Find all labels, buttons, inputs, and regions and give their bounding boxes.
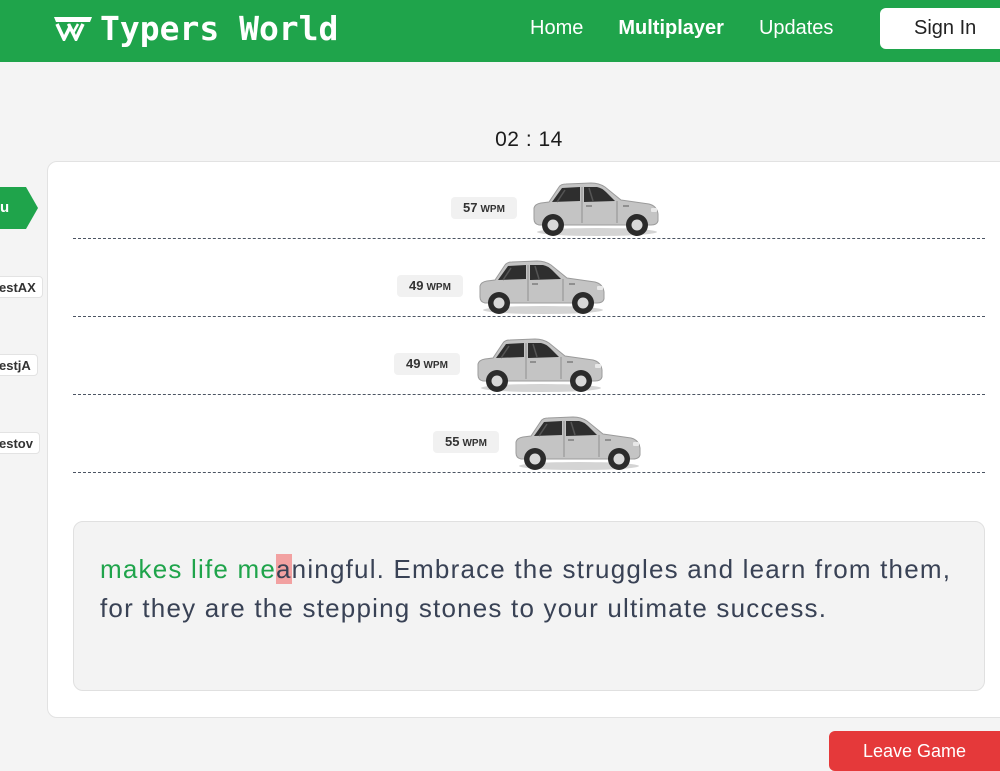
race-car-icon [533, 182, 659, 237]
race-lane-divider [73, 394, 985, 396]
brand-logo[interactable]: Typers World [54, 8, 338, 48]
race-lane-divider [73, 238, 985, 240]
wpm-value: 57 [463, 200, 478, 215]
wpm-unit: WPM [423, 360, 448, 371]
race-timer: 02 : 14 [495, 128, 563, 151]
tw-logo-icon [54, 17, 92, 41]
race-lane-divider [73, 472, 985, 474]
wpm-badge: 57 WPM [451, 197, 517, 219]
wpm-unit: WPM [480, 204, 505, 215]
wpm-badge: 49 WPM [397, 275, 463, 297]
wpm-value: 49 [409, 278, 424, 293]
race-lane-divider [73, 316, 985, 318]
brand-name: Typers World [100, 8, 339, 48]
wpm-value: 55 [445, 434, 460, 449]
sign-in-button[interactable]: Sign In [880, 8, 1000, 49]
race-car-icon [515, 416, 641, 471]
nav-home-link[interactable]: Home [530, 17, 583, 40]
current-char: a [275, 554, 292, 584]
player-name-tag: estjA [0, 354, 38, 376]
wpm-value: 49 [406, 356, 421, 371]
nav-multiplayer-link[interactable]: Multiplayer [618, 17, 724, 40]
player-name-tag: estov [0, 432, 40, 454]
top-navbar: Typers World Home Multiplayer Updates Si… [0, 0, 1000, 62]
nav-links: Home Multiplayer Updates [530, 17, 868, 40]
leave-game-button[interactable]: Leave Game [829, 731, 1000, 771]
player-name-tag: estAX [0, 276, 43, 298]
race-car-icon [477, 338, 603, 393]
wpm-unit: WPM [462, 438, 487, 449]
typing-text-area[interactable]: makes life meaningful. Embrace the strug… [73, 521, 985, 691]
wpm-unit: WPM [426, 282, 451, 293]
typed-text: makes life me [100, 554, 276, 584]
player-you-tag: u [0, 187, 38, 229]
wpm-badge: 55 WPM [433, 431, 499, 453]
race-car-icon [479, 260, 605, 315]
nav-updates-link[interactable]: Updates [759, 17, 834, 40]
wpm-badge: 49 WPM [394, 353, 460, 375]
